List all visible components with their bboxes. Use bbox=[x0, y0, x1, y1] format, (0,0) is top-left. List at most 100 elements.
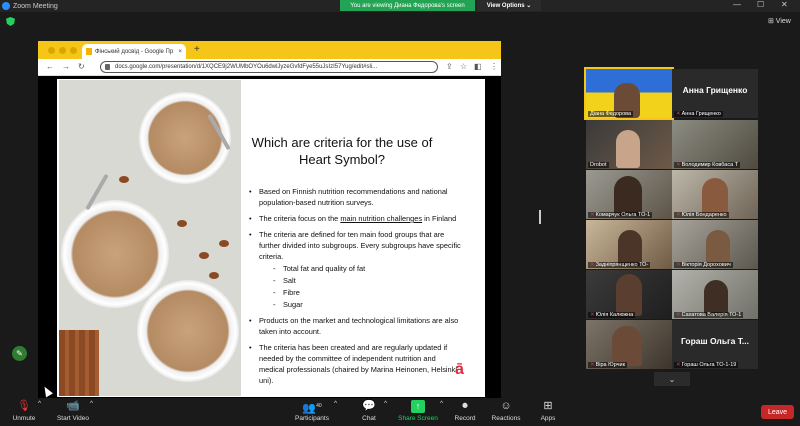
slides-viewer: Which are criteria for the use of Heart … bbox=[38, 76, 501, 399]
participant-name: ✕Анна Грищенко bbox=[674, 111, 723, 117]
close-window-button[interactable]: ✕ bbox=[781, 0, 788, 9]
pecan-image bbox=[199, 252, 209, 259]
chat-icon: 💬 bbox=[362, 400, 376, 412]
apps-button[interactable]: ⊞ Apps bbox=[536, 400, 560, 422]
minimize-button[interactable]: — bbox=[733, 0, 741, 9]
tab-close-icon[interactable]: × bbox=[178, 49, 182, 55]
participant-tile[interactable]: ✕Юлія Бондаренко bbox=[672, 170, 758, 219]
forward-icon[interactable]: → bbox=[62, 62, 70, 71]
record-button[interactable]: ⏺ Record bbox=[452, 400, 478, 422]
splitter-handle[interactable] bbox=[539, 210, 541, 224]
unmute-button[interactable]: 🎙 Unmute bbox=[8, 400, 40, 422]
gallery-view-button[interactable]: ⊞ View bbox=[768, 17, 791, 25]
viewing-screen-banner: You are viewing Диана Федорова's screen bbox=[340, 0, 475, 11]
participants-button[interactable]: 👥40 Participants bbox=[292, 400, 332, 422]
criteria-list: Based on Finnish nutrition recommendatio… bbox=[249, 186, 461, 391]
chevron-down-icon: ⌄ bbox=[526, 3, 532, 9]
mic-off-icon: ✕ bbox=[676, 111, 681, 117]
viewing-screen-text: You are viewing Диана Федорова's screen bbox=[350, 2, 465, 9]
sub-list-item: Fibre bbox=[249, 287, 461, 298]
participant-tile[interactable]: ✕Комарчук Ольга ТО-1 bbox=[586, 170, 672, 219]
participants-label: Participants bbox=[295, 415, 329, 422]
star-icon[interactable]: ☆ bbox=[460, 62, 467, 71]
apps-icon: ⊞ bbox=[543, 400, 553, 412]
mic-off-icon: ✕ bbox=[590, 312, 595, 318]
participant-tile[interactable]: Анна Грищенко ✕Анна Грищенко bbox=[672, 69, 758, 118]
browser-menu-icon[interactable]: ⋮ bbox=[490, 62, 498, 71]
new-tab-button[interactable]: + bbox=[194, 44, 200, 55]
list-item-text: The criteria focus on the bbox=[259, 214, 341, 223]
reload-icon[interactable]: ↻ bbox=[78, 62, 85, 71]
pecan-image bbox=[119, 176, 129, 183]
participant-display-name: Анна Грищенко bbox=[682, 85, 748, 95]
participant-tile[interactable]: ✕Володимир Ковбаса Т bbox=[672, 120, 758, 169]
gallery-scroll-down-button[interactable]: ⌄ bbox=[654, 372, 690, 386]
participant-tile[interactable]: Гораш Ольга Т... ✕Гораш Ольга ТО-1-19 bbox=[672, 320, 758, 369]
audio-options-caret[interactable]: ^ bbox=[38, 400, 41, 407]
mic-muted-icon: 🎙 bbox=[17, 400, 31, 412]
participants-icon: 👥40 bbox=[302, 402, 322, 415]
view-options-button[interactable]: View Options ⌄ bbox=[477, 0, 541, 11]
share-page-icon[interactable]: ⇪ bbox=[446, 62, 453, 71]
reactions-label: Reactions bbox=[491, 415, 521, 422]
participant-video bbox=[706, 230, 730, 266]
participant-tile[interactable]: ✕Юлія Калюжна bbox=[586, 270, 672, 319]
chat-options-caret[interactable]: ^ bbox=[384, 400, 387, 407]
browser-tab[interactable]: Фінський досвід - Google Пр × bbox=[82, 44, 186, 59]
participant-video bbox=[702, 178, 728, 216]
participant-tile[interactable]: Діана Федорова bbox=[584, 67, 674, 120]
annotate-pencil-icon[interactable]: ✎ bbox=[12, 346, 27, 361]
reactions-button[interactable]: ☺ Reactions bbox=[490, 400, 522, 422]
chat-label: Chat bbox=[362, 415, 376, 422]
meeting-toolbar: 🎙 Unmute ^ 📹 Start Video ^ 👥40 Participa… bbox=[0, 398, 800, 426]
maximize-button[interactable]: ☐ bbox=[757, 0, 764, 9]
porridge-bowl-image bbox=[137, 280, 239, 382]
participant-tile[interactable]: ✕Вікторія Дорохович bbox=[672, 220, 758, 269]
cinnamon-sticks-image bbox=[59, 330, 99, 396]
participant-video bbox=[618, 230, 642, 266]
participant-display-name: Гораш Ольга Т... bbox=[680, 336, 750, 346]
tab-title: Фінський досвід - Google Пр bbox=[95, 48, 174, 55]
participant-name: Drobot bbox=[588, 162, 609, 168]
mic-off-icon: ✕ bbox=[676, 312, 681, 318]
extensions-icon[interactable]: ◧ bbox=[474, 62, 482, 71]
porridge-bowl-image bbox=[61, 200, 169, 308]
participant-name: ✕Володимир Ковбаса Т bbox=[674, 162, 741, 168]
mic-off-icon: ✕ bbox=[676, 362, 681, 368]
mic-off-icon: ✕ bbox=[676, 162, 681, 168]
slide-title-line: Which are criteria for the use of bbox=[251, 135, 433, 150]
presentation-slide: Which are criteria for the use of Heart … bbox=[57, 79, 485, 397]
participants-options-caret[interactable]: ^ bbox=[334, 400, 337, 407]
shared-browser-window: Фінський досвід - Google Пр × + ← → ↻ do… bbox=[38, 41, 501, 399]
sub-list-item: Salt bbox=[249, 275, 461, 286]
participant-tile[interactable]: ✕Задніпрянщенко ТО- bbox=[586, 220, 672, 269]
nutrition-challenges-link[interactable]: main nutrition challenges bbox=[340, 214, 422, 223]
start-video-label: Start Video bbox=[56, 415, 90, 422]
share-options-caret[interactable]: ^ bbox=[440, 400, 443, 407]
back-icon[interactable]: ← bbox=[46, 62, 54, 71]
window-controls bbox=[48, 47, 77, 54]
start-video-button[interactable]: 📹 Start Video bbox=[54, 400, 92, 422]
window-title: Zoom Meeting bbox=[13, 2, 58, 10]
list-item: The criteria are defined for ten main fo… bbox=[249, 229, 461, 262]
video-options-caret[interactable]: ^ bbox=[90, 400, 93, 407]
participant-video bbox=[616, 130, 640, 168]
slide-title: Which are criteria for the use of Heart … bbox=[247, 134, 437, 168]
participant-tile[interactable]: Drobot bbox=[586, 120, 672, 169]
url-text: docs.google.com/presentation/d/1XQCE9j2W… bbox=[115, 64, 378, 70]
sub-list-item: Total fat and quality of fat bbox=[249, 263, 461, 274]
participant-tile[interactable]: ✕Сахатова Валерія ТО-1 bbox=[672, 270, 758, 319]
slide-title-line: Heart Symbol? bbox=[299, 152, 385, 167]
mic-off-icon: ✕ bbox=[676, 262, 681, 268]
list-item: Products on the market and technological… bbox=[249, 315, 461, 337]
participant-name: ✕Юлія Калюжна bbox=[588, 312, 636, 318]
chat-button[interactable]: 💬 Chat bbox=[356, 400, 382, 422]
participant-tile[interactable]: ✕Віра Юрчик bbox=[586, 320, 672, 369]
participants-count: 40 bbox=[316, 403, 322, 409]
security-shield-icon[interactable] bbox=[6, 17, 15, 26]
share-screen-button[interactable]: ↑ Share Screen bbox=[398, 400, 438, 422]
address-bar[interactable]: docs.google.com/presentation/d/1XQCE9j2W… bbox=[100, 61, 438, 73]
participant-video bbox=[612, 326, 642, 366]
leave-button[interactable]: Leave bbox=[761, 405, 794, 419]
pecan-image bbox=[219, 240, 229, 247]
